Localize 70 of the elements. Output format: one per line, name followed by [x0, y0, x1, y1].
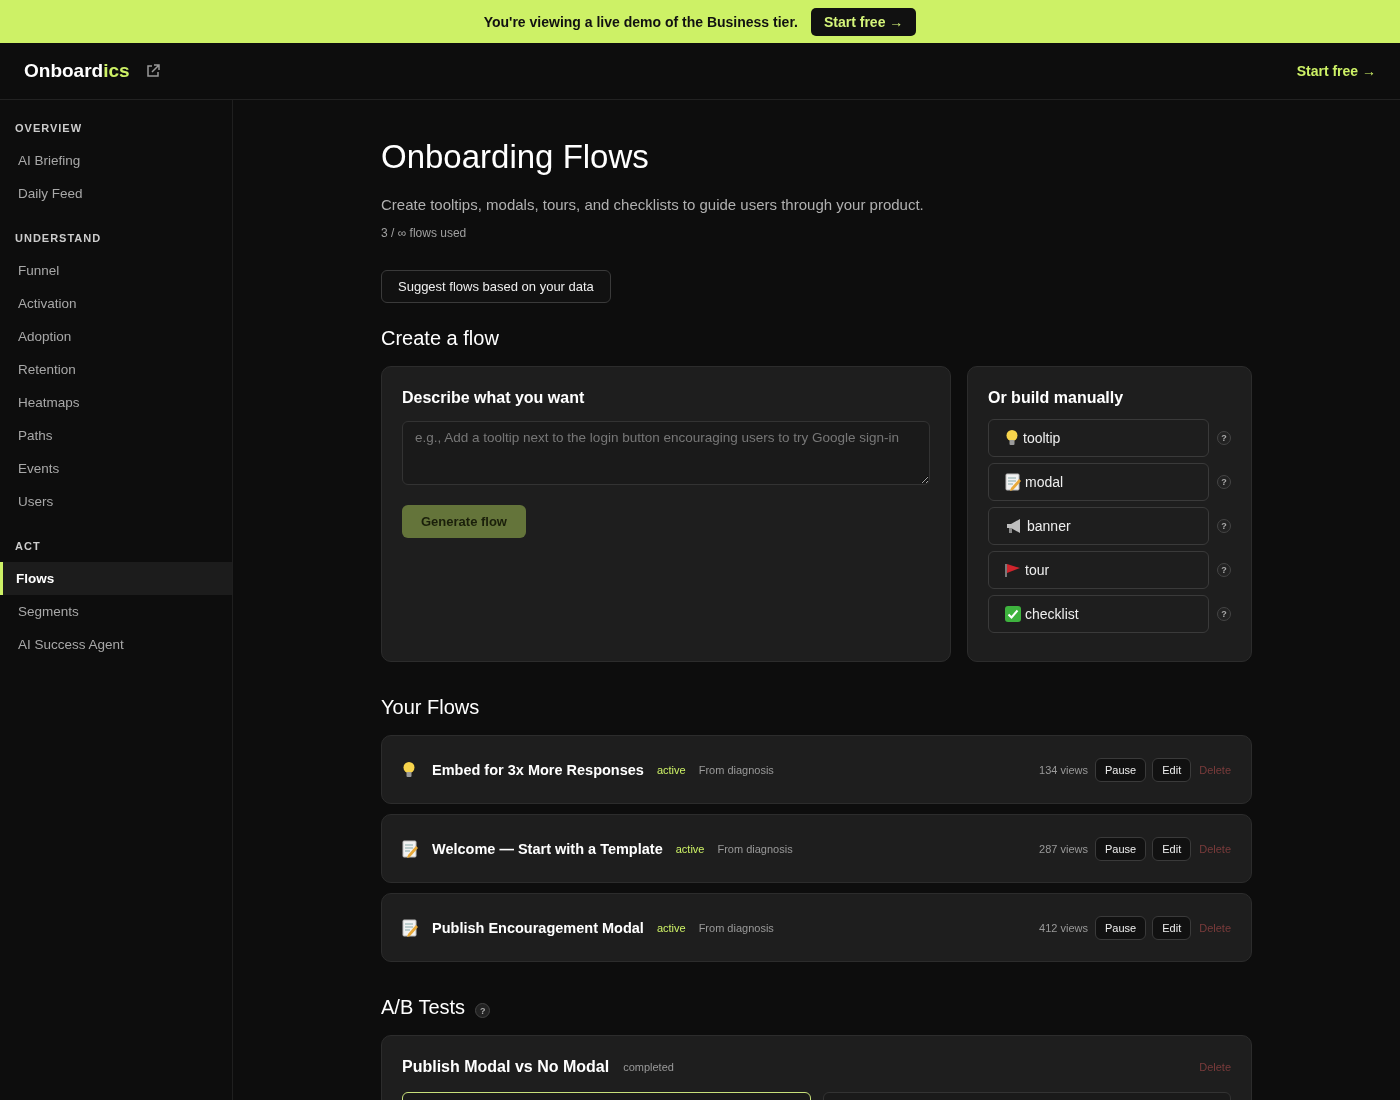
card-title: Describe what you want — [402, 389, 585, 407]
flag-icon — [1005, 563, 1021, 577]
flow-type-button[interactable]: tooltip — [988, 419, 1209, 457]
help-badge[interactable]: ? — [1217, 475, 1231, 489]
pause-button[interactable]: Pause — [1095, 836, 1147, 861]
nav-section-heading: OVERVIEW — [14, 121, 84, 136]
memo-pencil-icon — [1005, 473, 1021, 491]
megaphone-icon — [1005, 518, 1023, 534]
nav-item[interactable]: Flows — [0, 562, 232, 595]
view-count: 287 views — [1039, 842, 1089, 855]
nav-section-heading: UNDERSTAND — [14, 231, 103, 246]
status-label: active — [675, 842, 705, 855]
flow-name: Welcome — Start with a Template — [432, 840, 663, 857]
memo-pencil-icon — [402, 918, 418, 937]
start-free-link[interactable]: Start free → — [1296, 63, 1376, 79]
app-logo[interactable]: Onboardics — [24, 60, 130, 82]
status-label: completed — [623, 1061, 674, 1073]
flow-description-field[interactable]: e.g., Add a tooltip next to the login button encouraging users to try Google sign-in — [402, 421, 930, 485]
status-label: active — [656, 763, 686, 776]
pause-button[interactable]: Pause — [1095, 757, 1147, 782]
start-free-button[interactable]: Start free → — [810, 7, 917, 36]
nav-item[interactable]: Daily Feed — [0, 177, 232, 210]
flow-source: From diagnosis — [717, 842, 793, 855]
status-label: active — [656, 921, 686, 934]
nav-item[interactable]: AI Briefing — [0, 144, 232, 177]
help-badge[interactable]: ? — [1217, 519, 1231, 533]
edit-button[interactable]: Edit — [1152, 915, 1192, 940]
external-link-icon[interactable] — [145, 64, 160, 78]
help-badge[interactable]: ? — [1217, 431, 1231, 445]
flow-type-button[interactable]: banner — [988, 507, 1209, 545]
lightbulb-icon — [402, 760, 416, 779]
section-heading: A/B Tests — [381, 996, 466, 1019]
pause-button[interactable]: Pause — [1095, 915, 1147, 940]
lightbulb-icon — [1005, 429, 1019, 447]
help-badge[interactable]: ? — [1217, 607, 1231, 621]
flow-type-button[interactable]: tour — [988, 551, 1209, 589]
memo-pencil-icon — [402, 839, 418, 858]
page-title: Onboarding Flows — [381, 138, 650, 176]
section-heading: Create a flow — [381, 327, 499, 350]
page-description: Create tooltips, modals, tours, and checklists to guide users through your product. — [381, 196, 925, 213]
nav-item[interactable]: AI Success Agent — [0, 628, 232, 661]
nav-item[interactable]: Activation — [0, 287, 232, 320]
section-heading: Your Flows — [381, 696, 480, 719]
suggest-flows-button[interactable]: Suggest flows based on your data — [381, 270, 611, 303]
flow-source: From diagnosis — [698, 763, 774, 776]
nav-item[interactable]: Adoption — [0, 320, 232, 353]
edit-button[interactable]: Edit — [1152, 757, 1192, 782]
flow-type-button[interactable]: checklist — [988, 595, 1209, 633]
nav-item[interactable]: Paths — [0, 419, 232, 452]
edit-button[interactable]: Edit — [1152, 836, 1192, 861]
nav-item[interactable]: Retention — [0, 353, 232, 386]
check-mark-icon — [1005, 606, 1021, 622]
help-badge[interactable]: ? — [1217, 563, 1231, 577]
flow-name: Embed for 3x More Responses — [432, 761, 644, 778]
flow-source: From diagnosis — [698, 921, 774, 934]
demo-notice: You're viewing a live demo of the Business tier. — [483, 13, 798, 30]
card-title: Or build manually — [988, 389, 1124, 407]
flows-usage: 3 / ∞ flows used — [381, 226, 467, 240]
test-name: Publish Modal vs No Modal — [402, 1058, 610, 1076]
view-count: 134 views — [1039, 763, 1089, 776]
help-badge[interactable]: ? — [475, 1003, 491, 1018]
view-count: 412 views — [1039, 921, 1089, 934]
flow-name: Publish Encouragement Modal — [432, 919, 644, 936]
flow-type-button[interactable]: modal — [988, 463, 1209, 501]
nav-item[interactable]: Funnel — [0, 254, 232, 287]
nav-item[interactable]: Events — [0, 452, 232, 485]
nav-section-heading: ACT — [14, 539, 42, 554]
nav-item[interactable]: Users — [0, 485, 232, 518]
nav-item[interactable]: Heatmaps — [0, 386, 232, 419]
nav-item[interactable]: Segments — [0, 595, 232, 628]
